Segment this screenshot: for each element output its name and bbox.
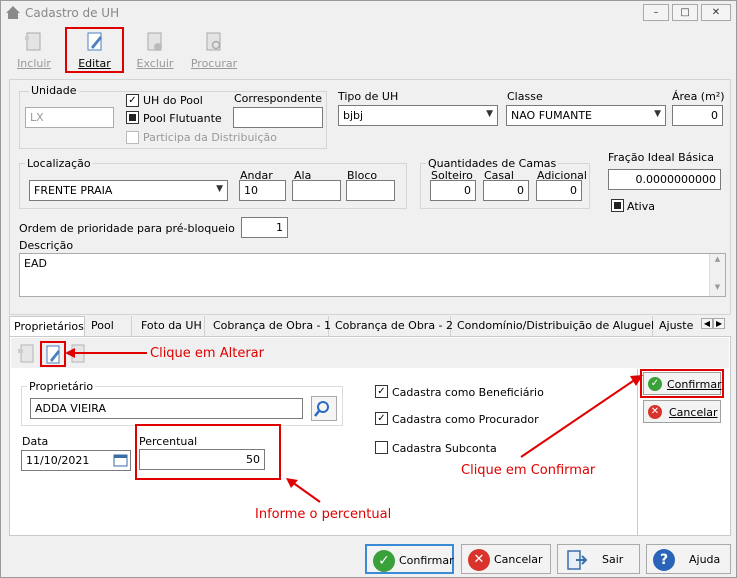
chevron-down-icon: ▼ (216, 184, 223, 194)
procurador-checkbox[interactable]: ✓ (375, 412, 388, 425)
participa-label: Participa da Distribuição (143, 131, 277, 144)
annotation-confirmar: Clique em Confirmar (461, 463, 596, 478)
cancel-icon: ✕ (648, 405, 662, 419)
tipo-uh-label: Tipo de UH (338, 90, 399, 103)
title-bar: Cadastro de UH – □ ✕ (1, 1, 736, 25)
andar-input[interactable]: 10 (239, 180, 286, 201)
sair-button[interactable]: Sair (557, 544, 640, 574)
chevron-down-icon: ▼ (654, 109, 661, 119)
tab-cobranca-obra-2[interactable]: Cobrança de Obra - 2 (331, 316, 453, 336)
uh-pool-label: UH do Pool (143, 94, 203, 107)
localizacao-select[interactable]: FRENTE PRAIA ▼ (29, 180, 228, 201)
chevron-down-icon: ▼ (486, 109, 493, 119)
proprietario-label: Proprietário (27, 380, 96, 393)
delete-icon (147, 32, 162, 51)
pool-flutuante-checkbox[interactable] (126, 111, 139, 124)
chevron-left-icon[interactable]: ◀ (700, 318, 713, 329)
search-proprietario-button[interactable] (311, 396, 337, 421)
descricao-label: Descrição (19, 239, 74, 252)
help-icon: ? (653, 549, 675, 571)
area-label: Área (m²) (672, 90, 725, 103)
search-document-icon (206, 32, 221, 51)
percentual-label: Percentual (139, 435, 198, 448)
procurar-button[interactable]: Procurar (186, 29, 242, 71)
calendar-icon[interactable] (113, 453, 128, 467)
proprietario-input[interactable]: ADDA VIEIRA (30, 398, 303, 419)
subconta-checkbox[interactable] (375, 441, 388, 454)
check-icon: ✓ (648, 377, 662, 391)
subconta-label: Cadastra Subconta (392, 442, 497, 455)
excluir-button[interactable]: Excluir (127, 29, 183, 71)
ativa-checkbox[interactable] (611, 199, 624, 212)
solteiro-input[interactable]: 0 (430, 180, 476, 201)
home-icon (6, 6, 20, 19)
fracao-label: Fração Ideal Básica (608, 151, 714, 164)
check-icon: ✓ (373, 550, 395, 572)
chevron-right-icon[interactable]: ▶ (713, 318, 726, 329)
unidade-input[interactable]: LX (25, 107, 114, 128)
confirmar-inner-button[interactable]: ✓ Confirmar (643, 372, 722, 395)
uh-pool-checkbox[interactable]: ✓ (126, 94, 139, 107)
correspondente-input[interactable] (233, 107, 323, 128)
search-icon (314, 401, 329, 417)
tab-scroll-buttons[interactable]: ◀ ▶ (697, 318, 729, 332)
arrow-annotation-percentual (286, 478, 321, 503)
tab-pool[interactable]: Pool (87, 316, 132, 336)
beneficiario-checkbox[interactable]: ✓ (375, 385, 388, 398)
tab-proprietarios[interactable]: Proprietários (9, 316, 85, 336)
close-button[interactable]: ✕ (701, 4, 731, 21)
data-input[interactable]: 11/10/2021 (21, 450, 131, 471)
localizacao-label: Localização (25, 157, 93, 170)
maximize-button[interactable]: □ (672, 4, 698, 21)
tab-ajuste[interactable]: Ajuste (655, 316, 699, 336)
ajuda-button[interactable]: ? Ajuda (646, 544, 731, 574)
confirmar-button[interactable]: ✓ Confirmar (365, 544, 454, 574)
ala-input[interactable] (292, 180, 341, 201)
fracao-input[interactable]: 0.0000000000 (608, 169, 721, 190)
adicional-input[interactable]: 0 (536, 180, 582, 201)
classe-select[interactable]: NAO FUMANTE ▼ (506, 105, 666, 126)
new-document-icon (25, 32, 41, 51)
ordem-label: Ordem de prioridade para pré-bloqueio (19, 222, 235, 235)
descricao-scrollbar[interactable]: ▲ ▼ (709, 254, 725, 296)
tab-foto-uh[interactable]: Foto da UH (137, 316, 205, 336)
participa-checkbox[interactable] (126, 131, 139, 144)
cancelar-inner-button[interactable]: ✕ Cancelar (643, 400, 721, 423)
tab-cobranca-obra-1[interactable]: Cobrança de Obra - 1 (209, 316, 331, 336)
data-label: Data (22, 435, 49, 448)
editar-button[interactable]: Editar (65, 27, 124, 73)
edit-icon (46, 345, 60, 364)
unidade-label: Unidade (29, 84, 79, 97)
new-document-icon[interactable] (17, 343, 37, 365)
tab-strip: Proprietários Pool Foto da UH Cobrança d… (9, 316, 731, 336)
arrow-annotation-confirmar (520, 375, 643, 458)
cancel-icon: ✕ (468, 549, 490, 571)
correspondente-label: Correspondente (234, 92, 323, 105)
annotation-alterar: Clique em Alterar (150, 346, 264, 361)
window-title: Cadastro de UH (25, 6, 120, 20)
ativa-label: Ativa (627, 200, 655, 213)
casal-input[interactable]: 0 (483, 180, 529, 201)
descricao-textarea[interactable]: EAD (19, 253, 726, 297)
edit-icon (87, 32, 102, 51)
cancelar-button[interactable]: ✕ Cancelar (461, 544, 551, 574)
percentual-input[interactable]: 50 (139, 449, 265, 470)
classe-label: Classe (507, 90, 543, 103)
ordem-input[interactable]: 1 (241, 217, 288, 238)
minimize-button[interactable]: – (643, 4, 669, 21)
area-input[interactable]: 0 (672, 105, 723, 126)
pool-flutuante-label: Pool Flutuante (143, 112, 222, 125)
annotation-percentual: Informe o percentual (255, 507, 392, 522)
window: Cadastro de UH – □ ✕ Incluir Editar Excl… (0, 0, 737, 578)
incluir-button[interactable]: Incluir (6, 29, 62, 71)
tab-condominio[interactable]: Condomínio/Distribuição de Aluguel (453, 316, 654, 336)
arrow-annotation-alterar (65, 348, 147, 358)
bloco-input[interactable] (346, 180, 395, 201)
exit-icon (567, 550, 588, 570)
tipo-uh-select[interactable]: bjbj ▼ (338, 105, 498, 126)
